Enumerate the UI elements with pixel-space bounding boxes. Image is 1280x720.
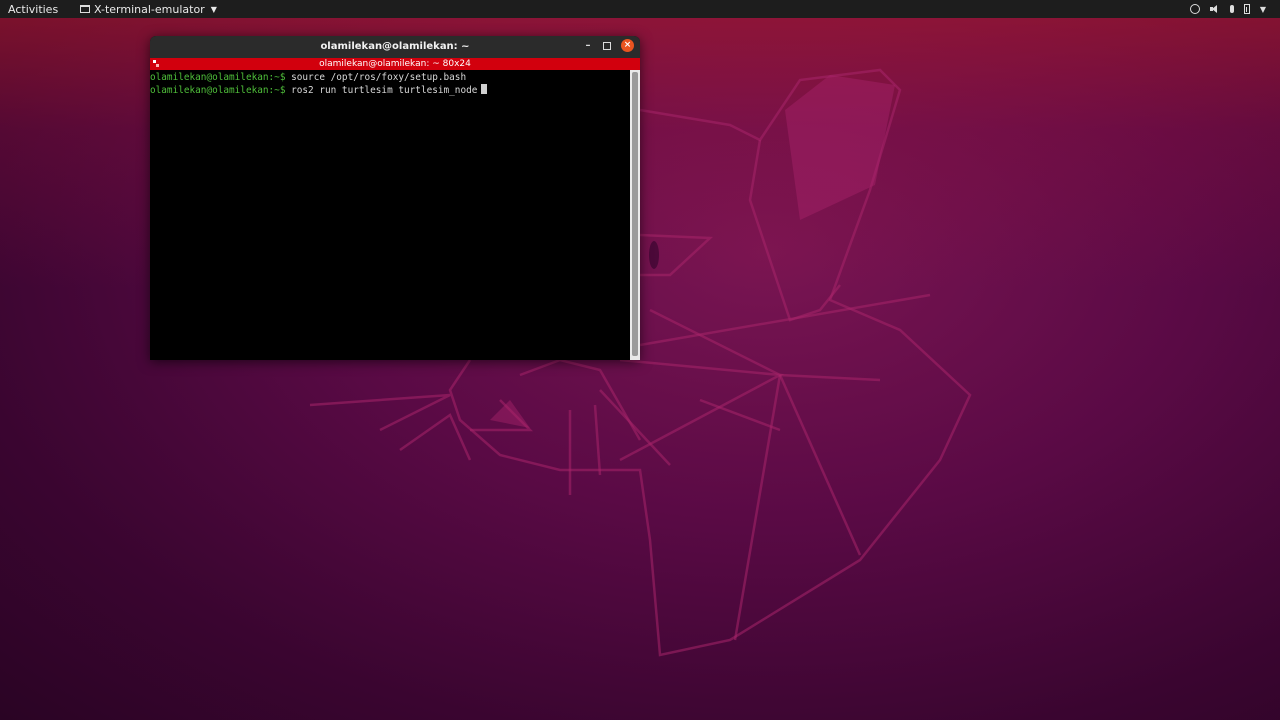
network-icon[interactable] (1189, 4, 1200, 14)
battery-icon[interactable] (1243, 4, 1250, 14)
terminal-titlebar[interactable]: olamilekan@olamilekan: ~ – × (150, 36, 640, 58)
minimize-icon[interactable]: – (583, 40, 593, 51)
maximize-icon[interactable] (603, 41, 611, 50)
shell-command: source /opt/ros/foxy/setup.bash (291, 72, 467, 83)
volume-icon[interactable] (1209, 5, 1220, 13)
terminal-tab[interactable]: olamilekan@olamilekan: ~ 80x24 (150, 58, 640, 70)
close-icon[interactable]: × (621, 39, 634, 52)
terminal-line: olamilekan@olamilekan:~$ source /opt/ros… (150, 72, 630, 84)
terminal-output[interactable]: olamilekan@olamilekan:~$ source /opt/ros… (150, 70, 630, 360)
microphone-icon[interactable] (1229, 5, 1234, 13)
app-menu[interactable]: X-terminal-emulator ▼ (80, 3, 217, 16)
window-controls: – × (583, 39, 634, 52)
terminal-scrollbar[interactable] (630, 70, 640, 360)
system-tray[interactable]: ▼ (1189, 0, 1266, 18)
chevron-down-icon: ▼ (210, 4, 217, 14)
chevron-down-icon[interactable]: ▼ (1260, 5, 1266, 14)
top-bar: Activities X-terminal-emulator ▼ ▼ (0, 0, 1280, 18)
window-title: olamilekan@olamilekan: ~ (320, 41, 470, 52)
app-menu-label: X-terminal-emulator (94, 2, 205, 16)
activities-button[interactable]: Activities (0, 3, 78, 16)
shell-prompt: olamilekan@olamilekan:~$ (150, 85, 286, 96)
scrollbar-thumb[interactable] (632, 72, 638, 356)
shell-command: ros2 run turtlesim turtlesim_node (291, 85, 478, 96)
window-icon (80, 5, 90, 13)
shell-prompt: olamilekan@olamilekan:~$ (150, 72, 286, 83)
terminal-line: olamilekan@olamilekan:~$ ros2 run turtle… (150, 84, 630, 96)
terminal-tab-icon (153, 60, 159, 67)
terminal-window[interactable]: olamilekan@olamilekan: ~ – × olamilekan@… (150, 36, 640, 360)
text-cursor (481, 84, 488, 94)
terminal-tab-title: olamilekan@olamilekan: ~ 80x24 (319, 59, 471, 69)
